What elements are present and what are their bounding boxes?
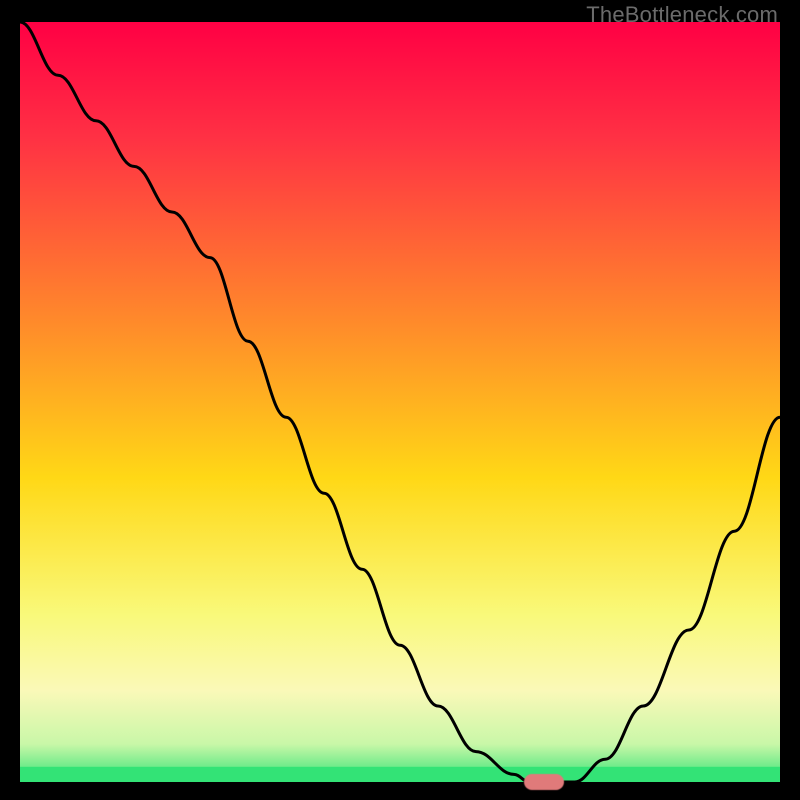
bottleneck-plot bbox=[20, 22, 780, 782]
chart-frame: TheBottleneck.com bbox=[0, 0, 800, 800]
green-band bbox=[20, 767, 780, 782]
optimal-marker bbox=[525, 775, 563, 789]
